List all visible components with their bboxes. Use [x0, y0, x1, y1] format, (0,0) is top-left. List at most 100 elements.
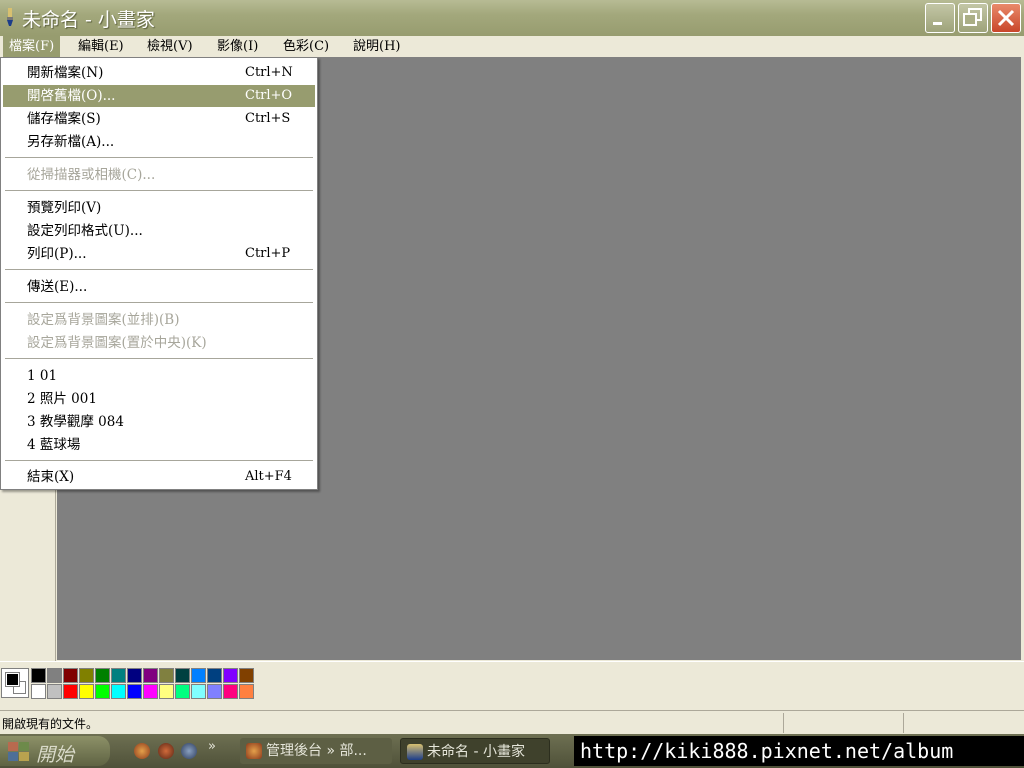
- status-text: 開啟現有的文件。: [2, 717, 99, 731]
- color-swatch[interactable]: [95, 684, 110, 699]
- color-swatch[interactable]: [207, 668, 222, 683]
- menu-item-shortcut: Ctrl+P: [245, 246, 291, 261]
- status-pane-size: [903, 713, 1024, 733]
- color-swatch[interactable]: [111, 668, 126, 683]
- menu-colors[interactable]: 色彩(C): [277, 36, 335, 57]
- menu-item-print-preview[interactable]: 預覽列印(V): [3, 197, 315, 219]
- menu-item-label: 4 藍球場: [27, 437, 81, 453]
- menu-item-label: 設定爲背景圖案(置於中央)(K): [27, 335, 207, 351]
- color-swatch[interactable]: [239, 684, 254, 699]
- taskbar-button-label: 管理後台 » 部...: [266, 743, 367, 759]
- status-pane-coords: [783, 713, 903, 733]
- start-label: 開始: [36, 744, 75, 766]
- color-swatch[interactable]: [159, 684, 174, 699]
- title-bar[interactable]: 未命名 - 小畫家: [0, 0, 1024, 36]
- menu-item-wallpaper-tile: 設定爲背景圖案(並排)(B): [3, 309, 315, 331]
- menu-view[interactable]: 檢視(V): [141, 36, 199, 57]
- menu-file[interactable]: 檔案(F): [3, 36, 61, 57]
- menu-separator: [5, 269, 313, 270]
- menu-item-page-setup[interactable]: 設定列印格式(U)...: [3, 220, 315, 242]
- menu-item-save[interactable]: 儲存檔案(S) Ctrl+S: [3, 108, 315, 130]
- color-swatch[interactable]: [207, 684, 222, 699]
- menu-item-recent-4[interactable]: 4 藍球場: [3, 434, 315, 456]
- menu-item-label: 從掃描器或相機(C)...: [27, 167, 156, 183]
- menu-item-label: 設定列印格式(U)...: [27, 223, 143, 239]
- menu-item-label: 儲存檔案(S): [27, 111, 101, 127]
- menu-item-label: 設定爲背景圖案(並排)(B): [27, 312, 180, 328]
- minimize-icon: [933, 22, 942, 25]
- menu-item-label: 傳送(E)...: [27, 279, 88, 295]
- start-button[interactable]: 開始: [0, 736, 110, 766]
- menu-item-shortcut: Ctrl+S: [245, 111, 291, 126]
- menu-item-label: 開新檔案(N): [27, 65, 104, 81]
- menu-item-wallpaper-center: 設定爲背景圖案(置於中央)(K): [3, 332, 315, 354]
- color-swatch[interactable]: [143, 668, 158, 683]
- color-swatch[interactable]: [191, 668, 206, 683]
- menu-item-shortcut: Ctrl+O: [245, 88, 293, 103]
- color-swatch[interactable]: [191, 684, 206, 699]
- color-swatch[interactable]: [143, 684, 158, 699]
- close-button[interactable]: [991, 3, 1021, 33]
- menu-image[interactable]: 影像(I): [211, 36, 264, 57]
- current-colors[interactable]: [1, 668, 29, 698]
- color-swatch[interactable]: [31, 684, 46, 699]
- close-icon: [997, 9, 1015, 27]
- color-swatch[interactable]: [79, 684, 94, 699]
- browser-icon: [246, 743, 262, 759]
- menu-item-save-as[interactable]: 另存新檔(A)...: [3, 131, 315, 153]
- menu-separator: [5, 460, 313, 461]
- color-swatch[interactable]: [127, 684, 142, 699]
- menu-item-label: 另存新檔(A)...: [27, 134, 115, 150]
- minimize-button[interactable]: [925, 3, 955, 33]
- menu-item-print[interactable]: 列印(P)... Ctrl+P: [3, 243, 315, 265]
- color-swatch[interactable]: [175, 668, 190, 683]
- menu-item-exit[interactable]: 結束(X) Alt+F4: [3, 466, 315, 488]
- menu-help[interactable]: 說明(H): [347, 36, 406, 57]
- file-menu-dropdown: 開新檔案(N) Ctrl+N 開啓舊檔(O)... Ctrl+O 儲存檔案(S)…: [0, 57, 318, 490]
- color-swatch[interactable]: [47, 668, 62, 683]
- menu-item-send[interactable]: 傳送(E)...: [3, 276, 315, 298]
- menu-item-recent-1[interactable]: 1 01: [3, 365, 315, 387]
- menu-item-open[interactable]: 開啓舊檔(O)... Ctrl+O: [3, 85, 315, 107]
- menu-item-label: 1 01: [27, 368, 58, 384]
- color-swatch[interactable]: [63, 684, 78, 699]
- color-swatch[interactable]: [127, 668, 142, 683]
- menu-separator: [5, 302, 313, 303]
- taskbar-button-label: 未命名 - 小畫家: [427, 744, 525, 760]
- color-swatch[interactable]: [47, 684, 62, 699]
- color-swatch[interactable]: [239, 668, 254, 683]
- color-swatch[interactable]: [63, 668, 78, 683]
- restore-button[interactable]: [958, 3, 988, 33]
- menu-item-label: 2 照片 001: [27, 391, 97, 407]
- watermark-url: http://kiki888.pixnet.net/album: [574, 736, 1024, 766]
- menu-item-recent-3[interactable]: 3 教學觀摩 084: [3, 411, 315, 433]
- foreground-color[interactable]: [5, 672, 20, 687]
- menu-item-label: 列印(P)...: [27, 246, 87, 262]
- menu-separator: [5, 157, 313, 158]
- firefox-icon[interactable]: [134, 743, 150, 759]
- restore-icon: [963, 8, 982, 26]
- player-icon[interactable]: [181, 743, 197, 759]
- status-bar: 開啟現有的文件。: [0, 710, 1024, 734]
- paint-icon: [407, 744, 423, 760]
- menu-edit[interactable]: 編輯(E): [72, 36, 130, 57]
- menu-item-new[interactable]: 開新檔案(N) Ctrl+N: [3, 62, 315, 84]
- color-swatch[interactable]: [79, 668, 94, 683]
- color-swatch[interactable]: [175, 684, 190, 699]
- taskbar-button-paint[interactable]: 未命名 - 小畫家: [400, 738, 550, 764]
- menu-item-shortcut: Ctrl+N: [245, 65, 293, 80]
- windows-logo-icon: [8, 742, 29, 761]
- quick-launch-overflow[interactable]: »: [208, 739, 216, 754]
- menu-item-recent-2[interactable]: 2 照片 001: [3, 388, 315, 410]
- color-swatch[interactable]: [159, 668, 174, 683]
- menu-item-shortcut: Alt+F4: [245, 469, 292, 484]
- color-swatch[interactable]: [31, 668, 46, 683]
- color-swatch[interactable]: [95, 668, 110, 683]
- color-swatch[interactable]: [223, 684, 238, 699]
- menu-bar: 檔案(F) 編輯(E) 檢視(V) 影像(I) 色彩(C) 說明(H): [0, 36, 1024, 57]
- taskbar-button-browser[interactable]: 管理後台 » 部...: [240, 738, 392, 764]
- color-swatch[interactable]: [111, 684, 126, 699]
- color-swatch[interactable]: [223, 668, 238, 683]
- media-icon[interactable]: [158, 743, 174, 759]
- menu-separator: [5, 190, 313, 191]
